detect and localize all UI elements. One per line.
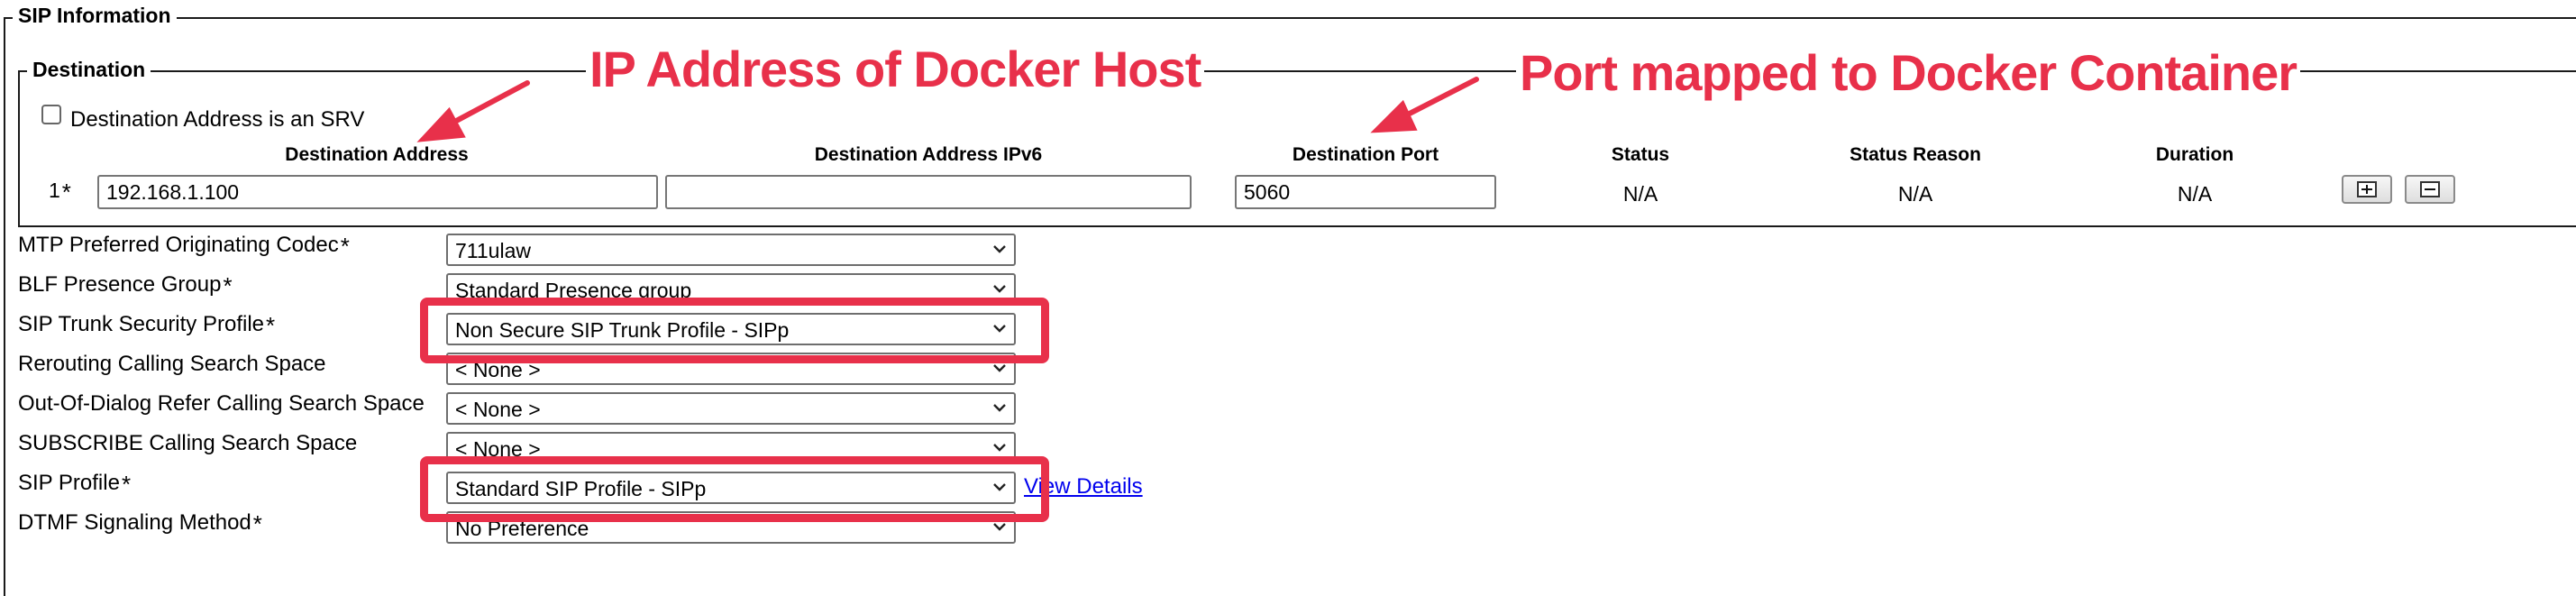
arrow-icon	[416, 80, 530, 142]
arrow-icon	[1370, 77, 1479, 133]
sip-profile-highlight	[420, 456, 1049, 522]
annotation-arrows	[416, 77, 1479, 142]
sip-trunk-security-profile-highlight	[420, 298, 1049, 363]
